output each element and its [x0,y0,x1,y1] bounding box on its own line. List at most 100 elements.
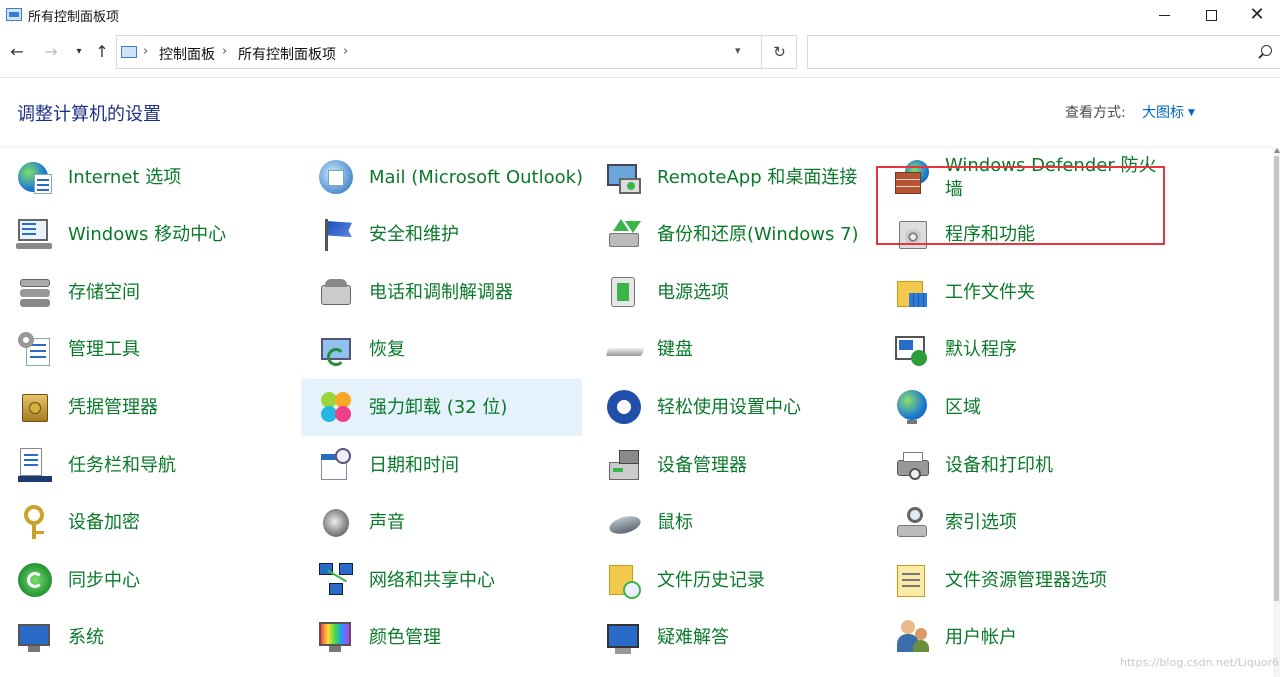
control-panel-item[interactable]: Mail (Microsoft Outlook) [301,149,583,206]
color-management-icon [317,618,357,658]
control-panel-item[interactable]: 电源选项 [589,264,870,321]
scroll-up-icon[interactable] [1274,148,1280,153]
minimize-button[interactable] [1141,0,1187,30]
control-panel-item-label[interactable]: Windows Defender 防火墙 [945,154,1158,202]
control-panel-item-label[interactable]: 默认程序 [945,338,1017,362]
control-panel-item[interactable]: 声音 [301,495,582,552]
control-panel-item-label[interactable]: 设备管理器 [657,454,747,478]
close-button[interactable]: ✕ [1234,0,1280,30]
control-panel-item[interactable]: Windows 移动中心 [0,207,281,264]
control-panel-item[interactable]: 同步中心 [0,552,281,609]
breadcrumb-all-items[interactable]: 所有控制面板项 [238,44,336,64]
control-panel-item[interactable]: 设备加密 [0,495,281,552]
control-panel-item[interactable]: 轻松使用设置中心 [589,379,870,436]
control-panel-item-label[interactable]: 任务栏和导航 [68,454,176,478]
control-panel-item-label[interactable]: Mail (Microsoft Outlook) [369,166,583,190]
control-panel-item-label[interactable]: 索引选项 [945,511,1017,535]
control-panel-item[interactable]: 强力卸载 (32 位) [301,379,582,437]
control-panel-item[interactable]: 疑难解答 [589,610,870,667]
control-panel-item[interactable]: 管理工具 [0,322,281,379]
control-panel-item-label[interactable]: RemoteApp 和桌面连接 [657,166,857,190]
control-panel-item[interactable]: 电话和调制解调器 [301,264,582,321]
troubleshooting-icon-part [607,624,639,649]
control-panel-item-label[interactable]: 恢复 [369,338,405,362]
scrollbar-thumb[interactable] [1274,156,1279,601]
control-panel-item[interactable]: 默认程序 [877,322,1158,379]
control-panel-item-label[interactable]: 用户帐户 [945,626,1017,650]
control-panel-item-label[interactable]: 强力卸载 (32 位) [369,396,507,420]
control-panel-item-label[interactable]: 轻松使用设置中心 [657,396,801,420]
control-panel-item-label[interactable]: 电源选项 [657,281,729,305]
control-panel-item[interactable]: 程序和功能 [877,207,1158,264]
back-button[interactable]: ← [7,42,27,62]
control-panel-item[interactable]: 文件历史记录 [589,552,870,609]
control-panel-item[interactable]: 存储空间 [0,264,281,321]
view-by-dropdown[interactable]: 大图标 ▼ [1142,102,1195,122]
control-panel-item-label[interactable]: 日期和时间 [369,454,459,478]
control-panel-item[interactable]: Windows Defender 防火墙 [877,149,1158,206]
recent-locations-button[interactable]: ▾ [69,42,89,62]
search-icon[interactable] [1261,44,1272,60]
breadcrumb-separator[interactable]: › [343,44,348,59]
vertical-scrollbar[interactable] [1273,148,1280,677]
control-panel-item-label[interactable]: 管理工具 [68,338,140,362]
control-panel-item[interactable]: 用户帐户 [877,610,1158,667]
control-panel-item-label[interactable]: 设备和打印机 [945,454,1053,478]
control-panel-item[interactable]: 键盘 [589,322,870,379]
control-panel-item-label[interactable]: 系统 [68,626,104,650]
control-panel-item[interactable]: 区域 [877,379,1158,436]
control-panel-item[interactable]: RemoteApp 和桌面连接 [589,149,870,206]
breadcrumb-separator[interactable]: › [222,44,227,59]
mail-icon [317,158,357,198]
control-panel-item[interactable]: 设备管理器 [589,437,870,494]
control-panel-item-label[interactable]: 文件资源管理器选项 [945,569,1107,593]
control-panel-item[interactable]: 恢复 [301,322,582,379]
control-panel-item[interactable]: 索引选项 [877,495,1158,552]
control-panel-item-label[interactable]: 鼠标 [657,511,693,535]
address-bar[interactable]: › 控制面板 › 所有控制面板项 › ▾ ↻ [116,35,797,69]
forward-button[interactable]: → [41,42,61,62]
control-panel-item-label[interactable]: 程序和功能 [945,223,1035,247]
control-panel-item-label[interactable]: 备份和还原(Windows 7) [657,223,859,247]
control-panel-item-label[interactable]: 存储空间 [68,281,140,305]
control-panel-item-label[interactable]: 设备加密 [68,511,140,535]
mouse-icon-part [607,513,643,537]
control-panel-item-label[interactable]: 同步中心 [68,569,140,593]
breadcrumb-separator[interactable]: › [143,44,148,59]
control-panel-item[interactable]: 鼠标 [589,495,870,552]
control-panel-item-label[interactable]: 区域 [945,396,981,420]
address-dropdown-button[interactable]: ▾ [735,44,741,57]
control-panel-item-label[interactable]: 疑难解答 [657,626,729,650]
refresh-button[interactable]: ↻ [761,36,797,68]
control-panel-item[interactable]: 日期和时间 [301,437,582,494]
maximize-button[interactable] [1188,0,1234,30]
control-panel-item[interactable]: Internet 选项 [0,149,281,206]
control-panel-item-label[interactable]: 网络和共享中心 [369,569,495,593]
control-panel-item-label[interactable]: 凭据管理器 [68,396,158,420]
control-panel-item-label[interactable]: 电话和调制解调器 [369,281,513,305]
up-button[interactable]: ↑ [92,42,112,62]
control-panel-item[interactable]: 设备和打印机 [877,437,1158,494]
control-panel-item-label[interactable]: 工作文件夹 [945,281,1035,305]
control-panel-item-label[interactable]: 声音 [369,511,405,535]
control-panel-item[interactable]: 安全和维护 [301,207,582,264]
search-box[interactable] [807,35,1280,69]
control-panel-item[interactable]: 网络和共享中心 [301,552,582,609]
control-panel-item[interactable]: 系统 [0,610,281,667]
breadcrumb-control-panel[interactable]: 控制面板 [159,44,215,64]
control-panel-item[interactable]: 文件资源管理器选项 [877,552,1158,609]
control-panel-item-label[interactable]: 文件历史记录 [657,569,765,593]
storage-icon [16,273,56,313]
control-panel-item-label[interactable]: Windows 移动中心 [68,223,226,247]
control-panel-item[interactable]: 备份和还原(Windows 7) [589,207,870,264]
uninstaller-icon [317,388,357,428]
control-panel-item-label[interactable]: 颜色管理 [369,626,441,650]
view-by-value[interactable]: 大图标 [1142,105,1184,121]
control-panel-item[interactable]: 任务栏和导航 [0,437,281,494]
control-panel-item-label[interactable]: Internet 选项 [68,166,181,190]
control-panel-item-label[interactable]: 安全和维护 [369,223,459,247]
control-panel-item[interactable]: 颜色管理 [301,610,582,667]
control-panel-item[interactable]: 工作文件夹 [877,264,1158,321]
control-panel-item[interactable]: 凭据管理器 [0,379,281,436]
control-panel-item-label[interactable]: 键盘 [657,338,693,362]
